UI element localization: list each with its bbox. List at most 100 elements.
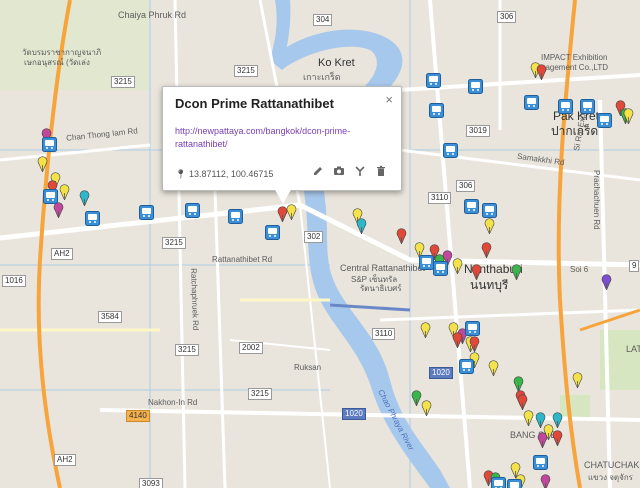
road-shield-ah2-b: AH2 bbox=[54, 454, 76, 466]
info-window-toolbar bbox=[312, 165, 387, 177]
island-label-ko-kret-thai: เกาะเกร็ด bbox=[303, 72, 341, 82]
road-shield-2002: 2002 bbox=[239, 342, 263, 354]
road-shield-9: 9 bbox=[629, 260, 640, 272]
bus-stop-icon[interactable] bbox=[459, 359, 474, 374]
map-pin-marker[interactable] bbox=[488, 360, 499, 376]
bus-stop-icon[interactable] bbox=[491, 477, 506, 488]
map-pin-marker[interactable] bbox=[484, 218, 495, 234]
road-label-prachachuen: Prachachuen Rd bbox=[592, 170, 601, 230]
road-shield-3215-b: 3215 bbox=[234, 65, 258, 77]
bus-stop-icon[interactable] bbox=[419, 255, 434, 270]
bus-stop-icon[interactable] bbox=[433, 261, 448, 276]
map-pin-marker[interactable] bbox=[511, 264, 522, 280]
bus-stop-icon[interactable] bbox=[533, 455, 548, 470]
temple-label-line2: เษกอนุสรณ์ (วัดเล่ง bbox=[24, 58, 90, 67]
road-shield-3110-b: 3110 bbox=[372, 328, 396, 340]
bus-stop-icon[interactable] bbox=[185, 203, 200, 218]
pencil-icon[interactable] bbox=[312, 165, 324, 177]
poi-label-central-1: Central Rattanathibet bbox=[340, 263, 426, 273]
bus-stop-icon[interactable] bbox=[429, 103, 444, 118]
poi-label-central-3: รัตนาธิเบศร์ bbox=[360, 284, 402, 293]
location-pin-icon: 📍︎ bbox=[175, 169, 187, 179]
map-pin-marker[interactable] bbox=[623, 108, 634, 124]
map-pin-marker[interactable] bbox=[37, 156, 48, 172]
road-shield-3215-a: 3215 bbox=[111, 76, 135, 88]
map-pin-marker[interactable] bbox=[540, 474, 551, 488]
close-icon[interactable]: × bbox=[385, 92, 393, 107]
road-shield-1016: 1016 bbox=[2, 275, 26, 287]
info-window-pointer bbox=[274, 188, 292, 204]
bus-stop-icon[interactable] bbox=[42, 137, 57, 152]
bus-stop-icon[interactable] bbox=[597, 113, 612, 128]
info-window: Dcon Prime Rattanathibet × http://newpat… bbox=[162, 86, 402, 191]
road-shield-4140: 4140 bbox=[126, 410, 150, 422]
coordinates-text: 13.87112, 100.46715 bbox=[188, 169, 274, 179]
road-shield-3019: 3019 bbox=[466, 125, 490, 137]
road-shield-1020-b: 1020 bbox=[342, 408, 366, 420]
district-label-chatuchak: CHATUCHAK bbox=[584, 460, 640, 470]
trash-icon[interactable] bbox=[375, 165, 387, 177]
map-pin-marker[interactable] bbox=[452, 258, 463, 274]
bus-stop-icon[interactable] bbox=[85, 211, 100, 226]
map-pin-marker[interactable] bbox=[420, 322, 431, 338]
poi-label-impact-2: nagement Co.,LTD bbox=[541, 63, 608, 72]
bus-stop-icon[interactable] bbox=[443, 143, 458, 158]
island-label-ko-kret: Ko Kret bbox=[318, 57, 355, 69]
bus-stop-icon[interactable] bbox=[426, 73, 441, 88]
bus-stop-icon[interactable] bbox=[524, 95, 539, 110]
map-pin-marker[interactable] bbox=[59, 184, 70, 200]
route-icon[interactable] bbox=[354, 165, 366, 177]
road-label-chaiya: Chaiya Phruk Rd bbox=[118, 10, 187, 20]
map-pin-marker[interactable] bbox=[396, 228, 407, 244]
poi-label-impact-1: IMPACT Exhibition bbox=[541, 53, 608, 62]
place-label-ruksan: Ruksan bbox=[294, 363, 322, 372]
bus-stop-icon[interactable] bbox=[265, 225, 280, 240]
map-pin-marker[interactable] bbox=[536, 64, 547, 80]
district-label-lat: LAT bbox=[626, 344, 640, 354]
info-window-link[interactable]: http://newpattaya.com/bangkok/dcon-prime… bbox=[175, 125, 375, 151]
road-shield-ah2-a: AH2 bbox=[51, 248, 73, 260]
map-pin-marker[interactable] bbox=[601, 274, 612, 290]
road-shield-302: 302 bbox=[304, 231, 324, 243]
map-canvas[interactable]: Chaiya Phruk Rd วัดบรมราชากาญจนาภิ เษกอน… bbox=[0, 0, 640, 488]
map-pin-marker[interactable] bbox=[79, 190, 90, 206]
info-window-coordinates: 📍︎ 13.87112, 100.46715 bbox=[175, 169, 273, 180]
map-pin-marker[interactable] bbox=[53, 202, 64, 218]
bus-stop-icon[interactable] bbox=[507, 479, 522, 488]
map-pin-marker[interactable] bbox=[471, 264, 482, 280]
road-shield-3093: 3093 bbox=[139, 478, 163, 488]
district-label-chatuchak-thai: แขวง จตุจักร bbox=[588, 473, 633, 482]
bus-stop-icon[interactable] bbox=[43, 189, 58, 204]
info-window-title: Dcon Prime Rattanathibet bbox=[175, 96, 334, 111]
road-shield-304: 304 bbox=[313, 14, 333, 26]
road-shield-306: 306 bbox=[497, 11, 517, 23]
road-shield-3215-c: 3215 bbox=[248, 388, 272, 400]
map-pin-marker[interactable] bbox=[452, 332, 463, 348]
bus-stop-icon[interactable] bbox=[465, 321, 480, 336]
road-label-rattanathibet: Rattanathibet Rd bbox=[212, 255, 273, 264]
map-pin-marker[interactable] bbox=[481, 242, 492, 258]
map-pin-marker[interactable] bbox=[469, 336, 480, 352]
bus-stop-icon[interactable] bbox=[139, 205, 154, 220]
map-pin-marker[interactable] bbox=[552, 430, 563, 446]
bus-stop-icon[interactable] bbox=[482, 203, 497, 218]
road-shield-3584: 3584 bbox=[98, 311, 122, 323]
camera-icon[interactable] bbox=[333, 165, 345, 177]
bus-stop-icon[interactable] bbox=[558, 99, 573, 114]
road-shield-3215-e: 3215 bbox=[162, 237, 186, 249]
bus-stop-icon[interactable] bbox=[464, 199, 479, 214]
map-pin-marker[interactable] bbox=[572, 372, 583, 388]
bus-stop-icon[interactable] bbox=[580, 99, 595, 114]
map-pin-marker[interactable] bbox=[286, 204, 297, 220]
road-shield-306-b: 306 bbox=[456, 180, 476, 192]
road-shield-1020-a: 1020 bbox=[429, 367, 453, 379]
road-shield-3110-a: 3110 bbox=[428, 192, 452, 204]
road-shield-3215-d: 3215 bbox=[175, 344, 199, 356]
bus-stop-icon[interactable] bbox=[468, 79, 483, 94]
map-pin-marker[interactable] bbox=[421, 400, 432, 416]
bus-stop-icon[interactable] bbox=[228, 209, 243, 224]
road-label-nakhon-in: Nakhon-In Rd bbox=[148, 398, 198, 407]
map-pin-marker[interactable] bbox=[356, 218, 367, 234]
map-pin-marker[interactable] bbox=[517, 394, 528, 410]
map-pin-marker[interactable] bbox=[523, 410, 534, 426]
